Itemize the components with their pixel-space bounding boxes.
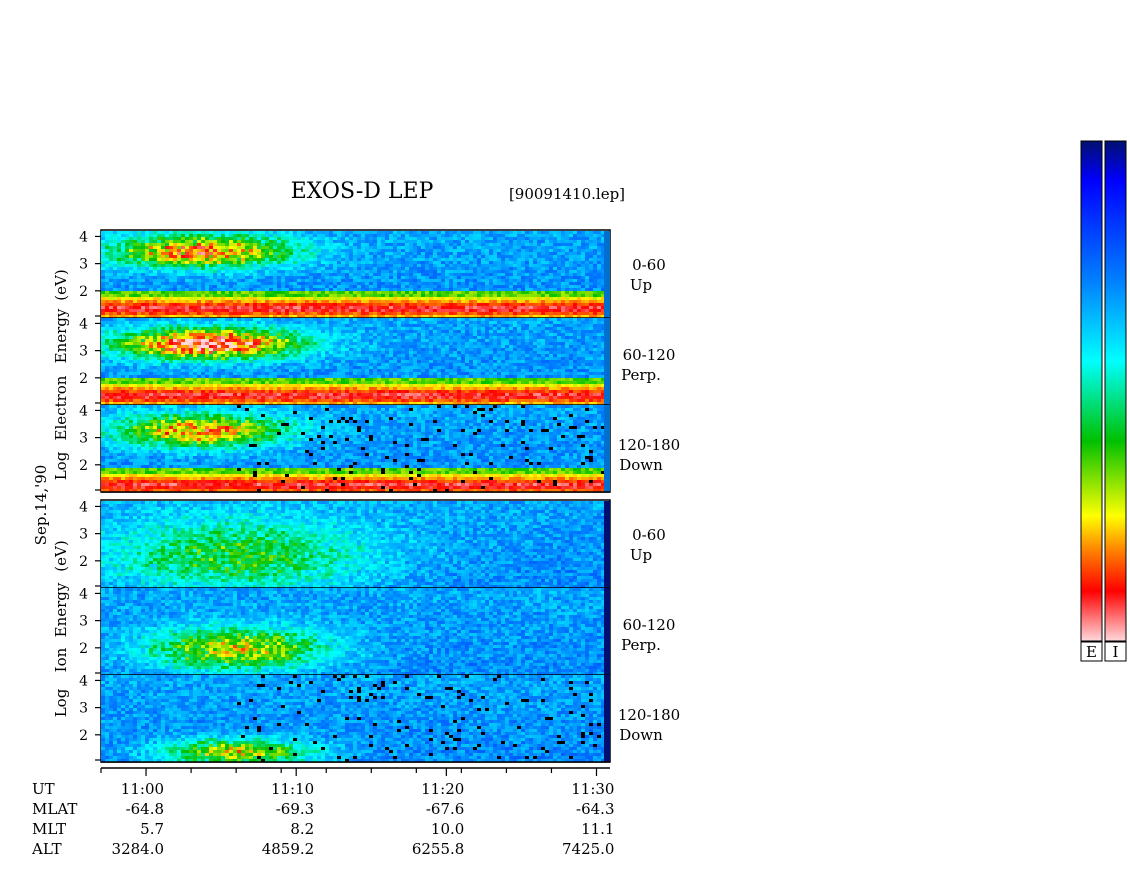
electron-ylabel-unit: (eV) (52, 269, 70, 300)
chart-title: EXOS-D LEP (291, 179, 434, 204)
orbit-value: 11.1 (581, 820, 614, 838)
panel-ion-0-60-spectrogram (101, 501, 610, 588)
colorbar-ion-label: I (1113, 643, 1119, 661)
electron-ylabel-electron: Electron (52, 375, 70, 440)
panel-ion-60-120-spectrogram (101, 588, 610, 675)
y-tick-label: 2 (79, 284, 88, 300)
orbit-value: 10.0 (431, 820, 464, 838)
pitch-angle-label: 60-120 (623, 616, 676, 634)
colorbar-ion: I (1105, 141, 1126, 661)
ion-ylabel-energy: Energy (52, 582, 70, 637)
orbit-value: 8.2 (290, 820, 314, 838)
energy-axis-ion-4: 4 3 2 (79, 586, 101, 673)
colorbar-electron: E (1081, 141, 1102, 661)
electron-ylabel-log: Log (52, 451, 70, 480)
y-tick-label: 4 (79, 229, 88, 245)
orbit-value: 5.7 (140, 820, 164, 838)
energy-axes: 4 3 2 4 3 2 4 3 2 4 3 2 4 3 2 4 3 2 (79, 229, 101, 760)
y-tick-label: 2 (79, 458, 88, 474)
orbit-value: -64.8 (126, 800, 164, 818)
direction-label: Up (630, 276, 652, 294)
spectrogram-figure: EXOS-D LEP [90091410.lep] Sep.14,'90 Log… (0, 0, 1130, 875)
orbit-value: 11:10 (271, 780, 314, 798)
y-tick-label: 4 (79, 316, 88, 332)
y-tick-label: 2 (79, 728, 88, 744)
date-label: Sep.14,'90 (32, 465, 50, 546)
ion-ylabel-log: Log (52, 688, 70, 717)
y-tick-label: 4 (79, 403, 88, 419)
direction-label: Perp. (621, 636, 661, 654)
energy-axis-ion-5: 4 3 2 (79, 673, 101, 760)
y-tick-label: 2 (79, 554, 88, 570)
spectrogram-panels (101, 231, 610, 762)
energy-axis-electron-0: 4 3 2 (79, 229, 101, 316)
panel-edge-strip (604, 501, 610, 588)
panel-edge-strip (604, 231, 610, 318)
pitch-angle-labels: 0-60 Up 60-120 Perp. 120-180 Down 0-60 Up 60-120… (618, 256, 680, 744)
panel-edge-strip (604, 588, 610, 675)
direction-label: Down (619, 726, 663, 744)
pitch-angle-label: 120-180 (618, 436, 680, 454)
y-tick-label: 3 (79, 614, 88, 630)
pitch-angle-label: 0-60 (632, 526, 666, 544)
pitch-angle-label: 120-180 (618, 706, 680, 724)
panel-ion-120-180-spectrogram (101, 675, 610, 762)
direction-label: Down (619, 456, 663, 474)
y-tick-label: 3 (79, 257, 88, 273)
panel-edge-strip (604, 405, 610, 492)
direction-label: Perp. (621, 366, 661, 384)
orbit-row-label: MLAT (32, 800, 77, 818)
orbit-value: -69.3 (276, 800, 314, 818)
y-tick-label: 2 (79, 641, 88, 657)
y-tick-label: 3 (79, 701, 88, 717)
colorbar-ion-scale (1105, 141, 1126, 641)
y-tick-label: 4 (79, 586, 88, 602)
orbit-table: UT 11:00 11:10 11:20 11:30 MLAT -64.8 -69.3 -67.… (31, 780, 614, 858)
y-tick-label: 4 (79, 673, 88, 689)
orbit-value: 7425.0 (562, 840, 615, 858)
panel-electron-0-60-spectrogram (101, 231, 610, 318)
orbit-value: 11:20 (421, 780, 464, 798)
electron-ylabel-energy: Energy (52, 308, 70, 363)
y-tick-label: 3 (79, 527, 88, 543)
orbit-row-label: ALT (31, 840, 62, 858)
pitch-angle-label: 60-120 (623, 346, 676, 364)
file-label: [90091410.lep] (509, 185, 625, 203)
orbit-value: 3284.0 (112, 840, 165, 858)
panel-edge-strip (604, 675, 610, 762)
ion-ylabel-ion: Ion (52, 647, 70, 672)
orbit-value: -67.6 (426, 800, 464, 818)
energy-axis-ion-3: 4 3 2 (79, 499, 101, 586)
orbit-value: 11:00 (121, 780, 164, 798)
panel-electron-120-180-spectrogram (101, 405, 610, 492)
panel-edge-strip (604, 318, 610, 405)
y-tick-label: 2 (79, 371, 88, 387)
y-tick-label: 3 (79, 431, 88, 447)
ion-ylabel-unit: (eV) (52, 540, 70, 571)
colorbar-electron-label: E (1086, 643, 1097, 661)
orbit-value: 11:30 (571, 780, 614, 798)
orbit-row-label: UT (32, 780, 55, 798)
energy-axis-electron-1: 4 3 2 (79, 316, 101, 403)
orbit-value: -64.3 (576, 800, 614, 818)
y-tick-label: 3 (79, 344, 88, 360)
direction-label: Up (630, 546, 652, 564)
time-axis (101, 768, 610, 776)
energy-axis-electron-2: 4 3 2 (79, 403, 101, 490)
orbit-value: 6255.8 (412, 840, 465, 858)
y-tick-label: 4 (79, 499, 88, 515)
orbit-value: 4859.2 (262, 840, 315, 858)
pitch-angle-label: 0-60 (632, 256, 666, 274)
panel-electron-60-120-spectrogram (101, 318, 610, 405)
orbit-row-label: MLT (32, 820, 66, 838)
colorbar-electron-scale (1081, 141, 1102, 641)
